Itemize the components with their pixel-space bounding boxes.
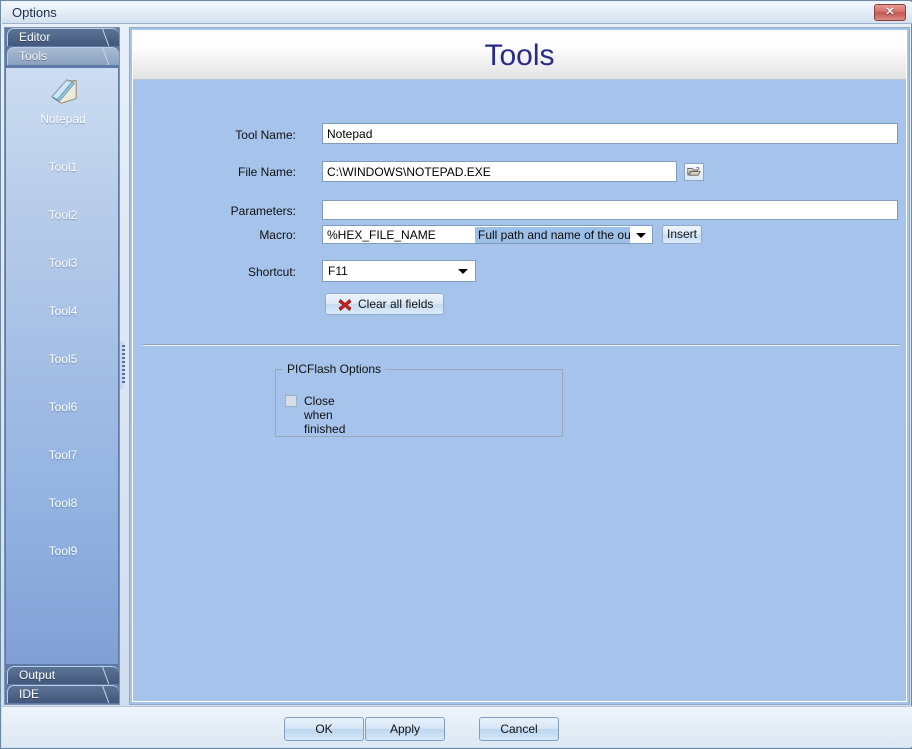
close-icon: ✕	[885, 6, 895, 18]
ok-button[interactable]: OK	[284, 717, 364, 741]
tool-item-notepad[interactable]: Notepad	[6, 112, 118, 126]
shortcut-dropdown[interactable]: F11	[322, 260, 476, 282]
shortcut-value: F11	[328, 264, 348, 278]
tab-output[interactable]: Output	[5, 666, 119, 684]
clear-all-fields-label: Clear all fields	[358, 297, 434, 311]
chevron-down-icon	[458, 269, 468, 274]
tool-item-tool7[interactable]: Tool7	[6, 448, 118, 462]
title-bar: Options ✕	[2, 2, 912, 24]
tool-item-tool4[interactable]: Tool4	[6, 304, 118, 318]
tool-item-tool3[interactable]: Tool3	[6, 256, 118, 270]
window-title: Options	[12, 5, 57, 20]
cancel-button[interactable]: Cancel	[479, 717, 559, 741]
checkbox-box-icon	[285, 395, 297, 407]
chevron-down-icon	[636, 233, 646, 238]
close-when-finished-label: Close when finished	[304, 394, 346, 436]
tab-tools[interactable]: Tools	[5, 47, 119, 65]
insert-macro-button[interactable]: Insert	[662, 225, 702, 244]
tab-editor[interactable]: Editor	[5, 28, 119, 46]
close-button[interactable]: ✕	[874, 4, 906, 21]
tool-item-tool5[interactable]: Tool5	[6, 352, 118, 366]
tool-name-label: Tool Name:	[235, 128, 296, 142]
sidebar: Editor Tools Notepad Tool1 Tool2 Tool3 T…	[4, 27, 120, 705]
macro-description-value: Full path and name of the out…	[475, 227, 630, 243]
browse-file-button[interactable]	[684, 163, 704, 181]
apply-button[interactable]: Apply	[365, 717, 445, 741]
main-panel: Tools Tool Name: File Name: Parameters: …	[129, 27, 910, 705]
sidebar-top-tabs: Editor Tools	[5, 28, 119, 66]
tab-ide-label: IDE	[19, 687, 40, 701]
page-title: Tools	[484, 39, 555, 72]
tool-item-tool1[interactable]: Tool1	[6, 160, 118, 174]
tool-list: Notepad Tool1 Tool2 Tool3 Tool4 Tool5 To…	[6, 68, 118, 664]
dialog-button-bar: OK Apply Cancel	[2, 706, 912, 747]
file-name-label: File Name:	[237, 165, 296, 179]
tool-item-tool8[interactable]: Tool8	[6, 496, 118, 510]
tool-item-tool9[interactable]: Tool9	[6, 544, 118, 558]
options-dialog: Options ✕ Editor Tools Notepad Tool1 Too…	[0, 0, 912, 749]
main-panel-inner: Tools Tool Name: File Name: Parameters: …	[132, 30, 907, 702]
folder-open-icon	[687, 167, 701, 176]
macro-label: Macro:	[259, 228, 296, 242]
sidebar-bottom-tabs: Output IDE	[5, 666, 119, 704]
tool-name-input[interactable]	[322, 123, 898, 144]
macro-input[interactable]	[322, 225, 476, 244]
tab-output-label: Output	[19, 668, 56, 682]
clear-all-fields-button[interactable]: Clear all fields	[325, 293, 444, 315]
section-divider	[143, 344, 899, 346]
red-x-icon	[338, 298, 352, 312]
page-header: Tools	[133, 31, 906, 80]
tab-ide[interactable]: IDE	[5, 685, 119, 703]
parameters-label: Parameters:	[230, 204, 296, 218]
file-name-input[interactable]	[322, 161, 677, 182]
tab-tools-label: Tools	[19, 49, 48, 63]
tab-editor-label: Editor	[19, 30, 51, 44]
picflash-options-title: PICFlash Options	[283, 362, 386, 376]
tool-item-tool2[interactable]: Tool2	[6, 208, 118, 222]
tool-item-tool6[interactable]: Tool6	[6, 400, 118, 414]
splitter-grip-icon	[122, 345, 125, 385]
notepad-icon	[51, 79, 77, 104]
shortcut-label: Shortcut:	[247, 265, 296, 279]
sidebar-splitter[interactable]	[120, 341, 127, 389]
macro-description-dropdown[interactable]: Full path and name of the out…	[475, 225, 653, 244]
parameters-input[interactable]	[322, 200, 898, 220]
